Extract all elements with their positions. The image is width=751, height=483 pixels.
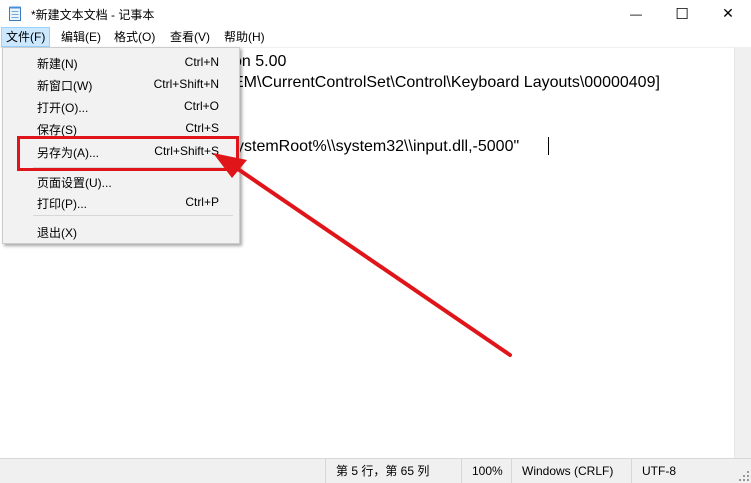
menu-format[interactable]: 格式(O) [110, 27, 159, 47]
menu-item-label: 新建(N) [37, 57, 78, 71]
maximize-icon: ☐ [675, 5, 689, 23]
close-button[interactable]: ✕ [705, 0, 751, 27]
editor-line: EM\CurrentControlSet\Control\Keyboard La… [233, 74, 660, 91]
menu-item-shortcut: Ctrl+N [184, 55, 219, 69]
menu-item-label: 打印(P)... [37, 197, 87, 211]
title-bar: *新建文本文档 - 记事本 — ☐ ✕ [0, 0, 751, 27]
resize-grip-icon[interactable] [739, 471, 749, 481]
status-bar: 第 5 行，第 65 列 100% Windows (CRLF) UTF-8 [0, 458, 751, 483]
menu-item-shortcut: Ctrl+O [183, 99, 219, 113]
notepad-icon [9, 6, 21, 21]
menu-item-page-setup[interactable]: 页面设置(U)... [3, 170, 239, 192]
menu-view[interactable]: 查看(V) [166, 27, 214, 47]
menu-item-shortcut: Ctrl+S [185, 121, 219, 135]
status-encoding: UTF-8 [631, 459, 742, 483]
menu-help[interactable]: 帮助(H) [220, 27, 269, 47]
menu-file[interactable]: 文件(F) [1, 27, 51, 47]
menu-item-label: 打开(O)... [37, 101, 89, 115]
menu-item-exit[interactable]: 退出(X) [3, 220, 239, 242]
menu-bar: 文件(F) 编辑(E) 格式(O) 查看(V) 帮助(H) [0, 27, 751, 47]
menu-item-label: 退出(X) [37, 226, 77, 240]
menu-item-shortcut: Ctrl+P [185, 195, 219, 209]
maximize-button[interactable]: ☐ [659, 0, 705, 27]
window-title: *新建文本文档 - 记事本 [31, 8, 155, 22]
menu-edit[interactable]: 编辑(E) [57, 27, 105, 47]
minimize-button[interactable]: — [613, 0, 659, 27]
menu-item-new[interactable]: 新建(N) Ctrl+N [3, 51, 239, 73]
menu-item-label: 新窗口(W) [37, 79, 93, 93]
menu-item-print[interactable]: 打印(P)... Ctrl+P [3, 191, 239, 213]
annotation-highlight-box [17, 136, 239, 171]
status-position: 第 5 行，第 65 列 [325, 459, 462, 483]
minimize-icon: — [630, 6, 642, 21]
menu-item-label: 页面设置(U)... [37, 176, 112, 190]
menu-separator [33, 215, 233, 216]
menu-item-open[interactable]: 打开(O)... Ctrl+O [3, 95, 239, 117]
text-caret [548, 137, 549, 155]
status-zoom: 100% [461, 459, 514, 483]
menu-item-shortcut: Ctrl+Shift+N [153, 77, 219, 91]
menu-item-new-window[interactable]: 新窗口(W) Ctrl+Shift+N [3, 73, 239, 95]
close-icon: ✕ [722, 5, 734, 21]
vertical-scrollbar[interactable] [734, 47, 751, 458]
editor-line: ystemRoot%\\system32\\input.dll,-5000" [236, 138, 520, 155]
status-line-ending: Windows (CRLF) [511, 459, 630, 483]
editor-line: on 5.00 [233, 53, 287, 70]
